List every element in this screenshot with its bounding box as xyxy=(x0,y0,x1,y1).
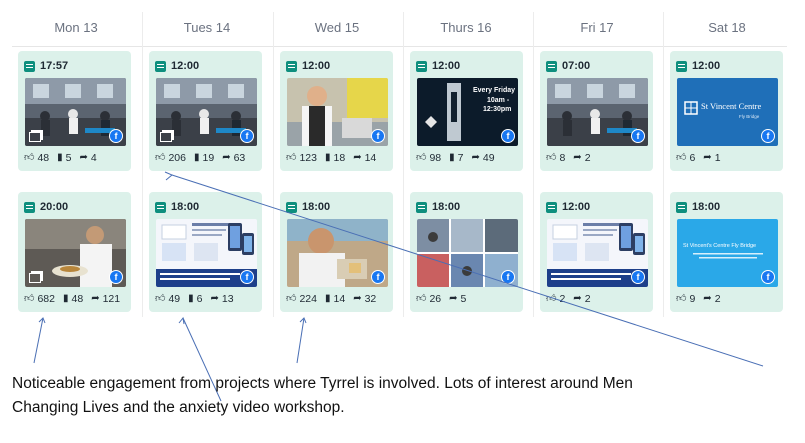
annotation-arrow-chef xyxy=(33,317,44,364)
engagement-caption: Noticeable engagement from projects wher… xyxy=(12,372,792,420)
caption-line-1: Noticeable engagement from projects wher… xyxy=(12,375,633,392)
caption-line-2: Changing Lives and the anxiety video wor… xyxy=(12,399,345,416)
annotation-arrow-engagement xyxy=(171,174,764,367)
annotation-arrow-workshop xyxy=(296,317,305,364)
